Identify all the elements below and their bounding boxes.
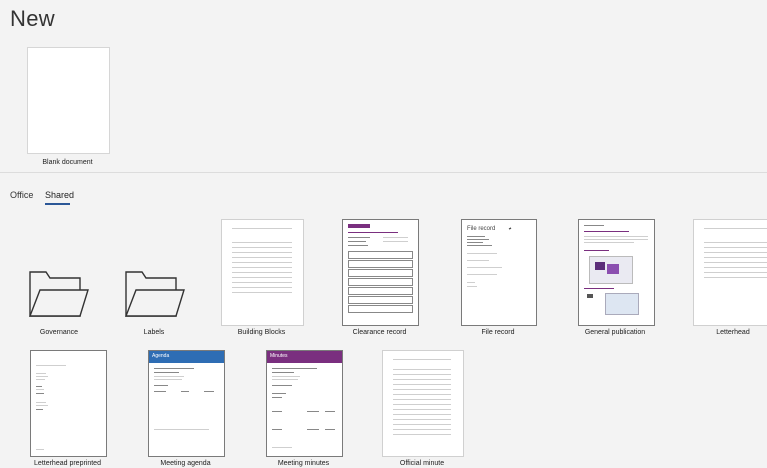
blank-document-thumbnail[interactable] [27, 47, 110, 154]
template-label: Letterhead [716, 329, 750, 336]
logo-icon: ✦ [508, 226, 512, 231]
template-label: Building Blocks [237, 329, 286, 336]
template-thumbnail[interactable]: Agenda [148, 350, 225, 457]
tab-active-underline [45, 203, 70, 205]
template-label: Clearance record [352, 329, 407, 336]
template-label: General publication [584, 329, 646, 336]
template-label: File record [481, 329, 515, 336]
template-label: Official minute [399, 460, 445, 467]
template-label: Letterhead preprinted [34, 460, 101, 467]
folder-icon [124, 271, 185, 317]
template-label: Meeting agenda [160, 460, 211, 467]
template-thumbnail[interactable] [221, 219, 304, 326]
section-divider [0, 172, 767, 173]
template-thumbnail[interactable] [578, 219, 655, 326]
template-thumbnail[interactable]: Minutes [266, 350, 343, 457]
template-thumbnail[interactable] [342, 219, 419, 326]
template-thumbnail[interactable] [30, 350, 107, 457]
template-thumbnail[interactable] [693, 219, 767, 326]
folder-icon [28, 271, 89, 317]
template-thumbnail[interactable] [382, 350, 464, 457]
logo-icon [348, 224, 370, 228]
tab-office[interactable]: Office [10, 190, 33, 200]
template-label: Governance [39, 329, 79, 336]
page-title: New [10, 6, 55, 31]
blank-document-label: Blank document [42, 159, 93, 166]
template-thumbnail[interactable]: File record ✦ [461, 219, 537, 326]
template-label: Meeting minutes [277, 460, 330, 467]
template-label: Labels [143, 329, 165, 336]
tab-shared[interactable]: Shared [45, 190, 74, 200]
